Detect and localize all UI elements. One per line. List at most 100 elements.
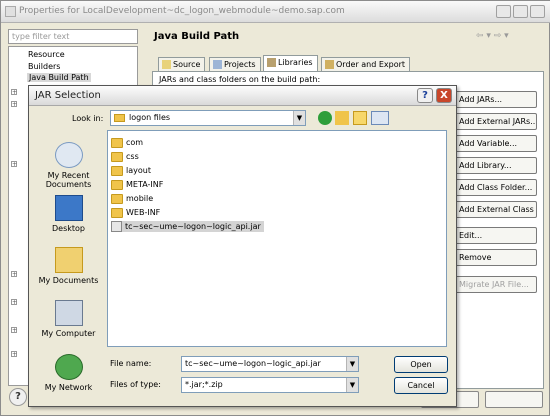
help-button[interactable]: ? xyxy=(417,88,433,103)
folder-icon xyxy=(111,137,123,148)
file-type-select[interactable]: *.jar;*.zip ▼ xyxy=(181,377,359,393)
network-icon xyxy=(54,354,83,380)
file-name: tc~sec~ume~logon~logic_api.jar xyxy=(125,222,261,231)
remove-button[interactable]: Remove xyxy=(453,249,537,266)
add-external-jars-button[interactable]: Add External JARs... xyxy=(453,113,537,130)
open-button[interactable]: Open xyxy=(394,356,448,373)
file-name: layout xyxy=(126,166,151,175)
list-item[interactable]: com xyxy=(111,137,143,148)
tab-label: Source xyxy=(173,60,201,69)
place-label: My Documents xyxy=(38,276,99,285)
order-export-icon xyxy=(325,60,334,69)
tab-label: Projects xyxy=(224,60,256,69)
properties-title: Properties for LocalDevelopment~dc_logon… xyxy=(19,6,345,16)
back-icon[interactable] xyxy=(318,111,332,125)
page-title: Java Build Path xyxy=(154,31,240,42)
look-in-label: Look in: xyxy=(72,114,104,123)
add-jars-button[interactable]: Add JARs... xyxy=(453,91,537,108)
file-list[interactable]: com css layout META-INF mobile WEB-INF t… xyxy=(107,130,447,347)
place-recent-documents[interactable]: My Recent Documents xyxy=(33,142,104,189)
file-name: com xyxy=(126,138,144,147)
place-my-network[interactable]: My Network xyxy=(33,354,104,392)
help-icon[interactable]: ? xyxy=(9,388,27,406)
close-button[interactable] xyxy=(530,5,545,18)
file-type-value: *.jar;*.zip xyxy=(185,380,223,389)
libraries-icon xyxy=(267,58,276,67)
edit-button[interactable]: Edit... xyxy=(453,227,537,244)
up-folder-icon[interactable] xyxy=(335,111,349,125)
add-variable-button[interactable]: Add Variable... xyxy=(453,135,537,152)
tab-label: Order and Export xyxy=(336,60,406,69)
folder-icon xyxy=(111,193,123,204)
list-item[interactable]: css xyxy=(111,151,139,162)
window-icon xyxy=(5,6,16,17)
places-bar: My Recent Documents Desktop My Documents… xyxy=(33,130,104,403)
tab-projects[interactable]: Projects xyxy=(209,57,261,72)
place-my-computer[interactable]: My Computer xyxy=(33,300,104,338)
new-folder-icon[interactable] xyxy=(353,111,367,125)
add-class-folder-button[interactable]: Add Class Folder... xyxy=(453,179,537,196)
maximize-button[interactable] xyxy=(513,5,528,18)
place-my-documents[interactable]: My Documents xyxy=(33,247,104,285)
tree-expander[interactable]: + xyxy=(11,101,17,108)
place-label: My Computer xyxy=(41,329,96,338)
list-item[interactable]: layout xyxy=(111,165,151,176)
tree-expander[interactable]: + xyxy=(11,271,17,278)
file-name-input[interactable]: tc~sec~ume~logon~logic_api.jar ▼ xyxy=(181,356,359,372)
add-external-class-folder-button[interactable]: Add External Class Folder... xyxy=(453,201,537,218)
look-in-select[interactable]: logon files ▼ xyxy=(110,110,306,126)
folder-icon xyxy=(111,179,123,190)
tree-expander[interactable]: + xyxy=(11,327,17,334)
place-label: My Recent Documents xyxy=(45,171,92,189)
chevron-down-icon[interactable]: ▼ xyxy=(346,357,358,371)
file-name-label: File name: xyxy=(110,359,152,368)
tab-source[interactable]: Source xyxy=(158,57,206,72)
jar-selection-dialog: JAR Selection ? X Look in: logon files ▼… xyxy=(28,85,457,407)
close-icon[interactable]: X xyxy=(436,88,452,103)
chevron-down-icon[interactable]: ▼ xyxy=(346,378,358,392)
jar-file-icon xyxy=(111,221,122,232)
file-name-value: tc~sec~ume~logon~logic_api.jar xyxy=(185,359,321,368)
tree-item-resource[interactable]: Resource xyxy=(28,50,65,59)
tab-order-and-export[interactable]: Order and Export xyxy=(321,57,411,72)
place-label: My Network xyxy=(44,383,93,392)
desktop-icon xyxy=(54,195,83,221)
list-item[interactable]: WEB-INF xyxy=(111,207,160,218)
back-forward-icon[interactable]: ⇦ ▾ ⇨ ▾ xyxy=(476,31,509,41)
file-name: META-INF xyxy=(126,180,164,189)
list-item-selected[interactable]: tc~sec~ume~logon~logic_api.jar xyxy=(111,221,264,232)
panel-caption: JARs and class folders on the build path… xyxy=(159,75,321,84)
file-type-label: Files of type: xyxy=(110,380,161,389)
view-menu-icon[interactable] xyxy=(371,111,389,125)
cancel-button[interactable]: Cancel xyxy=(394,377,448,394)
add-library-button[interactable]: Add Library... xyxy=(453,157,537,174)
look-in-value: logon files xyxy=(129,113,171,122)
minimize-button[interactable] xyxy=(496,5,511,18)
file-name: css xyxy=(126,152,139,161)
migrate-jar-button[interactable]: Migrate JAR File... xyxy=(453,276,537,293)
list-item[interactable]: META-INF xyxy=(111,179,163,190)
filter-input[interactable]: type filter text xyxy=(8,29,138,44)
file-name: WEB-INF xyxy=(126,208,161,217)
tree-item-java-build-path[interactable]: Java Build Path xyxy=(27,73,91,82)
tree-expander[interactable]: + xyxy=(11,299,17,306)
folder-icon xyxy=(111,151,123,162)
source-folder-icon xyxy=(162,60,171,69)
dialog-title-bar: JAR Selection ? X xyxy=(29,86,456,106)
tree-expander[interactable]: + xyxy=(11,351,17,358)
tree-expander[interactable]: + xyxy=(11,89,17,96)
folder-icon xyxy=(114,114,125,122)
cancel-button-main[interactable] xyxy=(485,391,543,408)
tab-libraries[interactable]: Libraries xyxy=(263,55,318,72)
tree-expander[interactable]: + xyxy=(11,161,17,168)
list-item[interactable]: mobile xyxy=(111,193,153,204)
clock-icon xyxy=(54,142,83,168)
chevron-down-icon[interactable]: ▼ xyxy=(293,111,305,125)
file-name: mobile xyxy=(126,194,154,203)
folder-icon xyxy=(111,165,123,176)
folder-icon xyxy=(111,207,123,218)
tree-item-builders[interactable]: Builders xyxy=(28,62,60,71)
place-desktop[interactable]: Desktop xyxy=(33,195,104,233)
projects-icon xyxy=(213,60,222,69)
computer-icon xyxy=(54,300,83,326)
